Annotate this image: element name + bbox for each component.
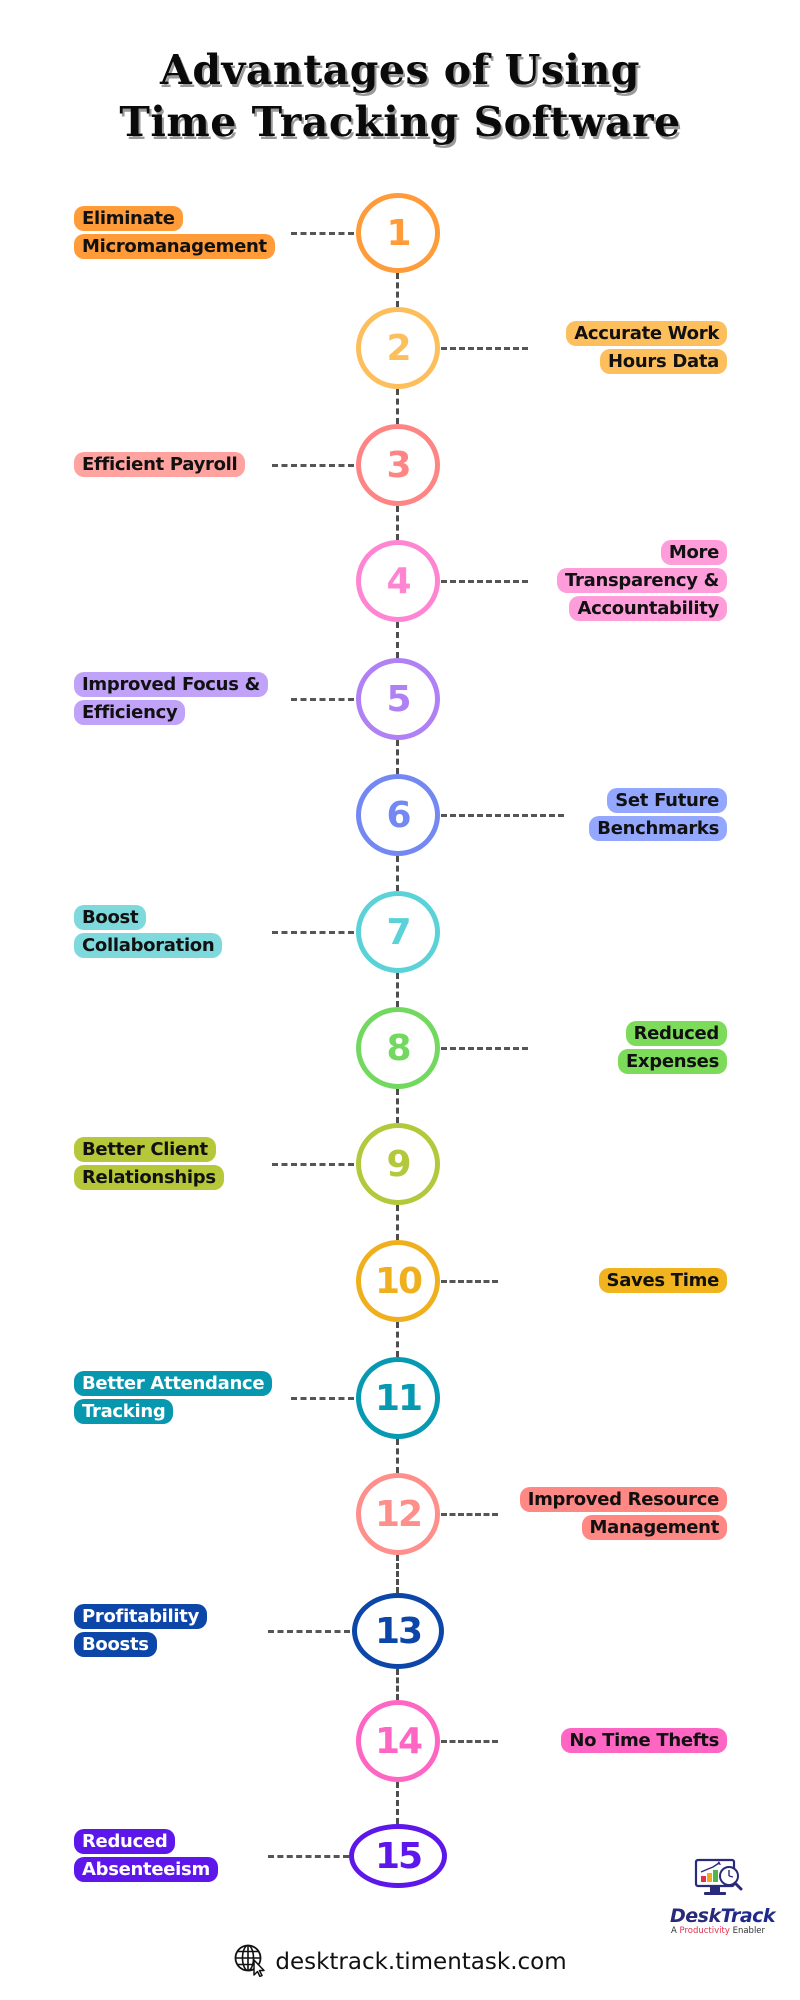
advantage-label-line: Absenteeism [74, 1857, 218, 1882]
advantage-label-line: Accountability [569, 596, 727, 621]
advantage-label: Accurate Work Hours Data [427, 320, 727, 376]
vertical-connector [396, 389, 399, 424]
advantage-label-line: Hours Data [600, 349, 727, 374]
step-number: 4 [386, 560, 411, 602]
advantage-label-line: Management [581, 1515, 727, 1540]
advantage-label: Reduced Absenteeism [74, 1828, 374, 1884]
advantage-label-line: Better Attendance [74, 1371, 273, 1396]
advantage-label: Reduced Expenses [427, 1020, 727, 1076]
advantage-label: Better Client Relationships [74, 1136, 374, 1192]
desktrack-logo: DeskTrack A Productivity Enabler [670, 1858, 776, 1936]
vertical-connector [396, 1089, 399, 1123]
advantage-label: More Transparency & Accountability [427, 539, 727, 623]
logo-tagline: A Productivity Enabler [670, 1926, 766, 1936]
advantage-label-line: Set Future [607, 788, 727, 813]
advantage-label-line: Better Client [74, 1137, 216, 1162]
step-number: 1 [386, 212, 411, 254]
vertical-connector [396, 856, 399, 891]
vertical-connector [396, 1322, 399, 1357]
advantage-label: Saves Time [427, 1267, 727, 1295]
monitor-chart-clock-icon [692, 1858, 744, 1904]
vertical-connector [396, 1439, 399, 1473]
vertical-connector [396, 622, 399, 658]
tagline-enabler: Enabler [729, 1926, 766, 1936]
step-number: 15 [374, 1835, 423, 1877]
advantage-label-line: Tracking [74, 1399, 174, 1424]
advantage-label-line: Eliminate [74, 206, 183, 231]
advantage-label-line: Transparency & [557, 568, 727, 593]
advantage-label: Improved Focus & Efficiency [74, 671, 374, 727]
advantage-label-line: Benchmarks [589, 816, 727, 841]
advantage-label-line: Efficiency [74, 700, 186, 725]
step-number: 7 [386, 911, 411, 953]
vertical-connector [396, 1782, 399, 1824]
advantage-label-line: Improved Resource [519, 1487, 727, 1512]
step-number: 10 [374, 1260, 423, 1302]
step-number: 8 [386, 1027, 411, 1069]
advantage-label-line: Boosts [74, 1632, 157, 1657]
logo-name: DeskTrack [670, 1905, 776, 1927]
step-number: 11 [374, 1377, 423, 1419]
footer: desktrack.timentask.com [0, 1943, 800, 1981]
step-number: 6 [386, 794, 411, 836]
advantage-label: Set Future Benchmarks [427, 787, 727, 843]
advantage-label-line: More [660, 540, 727, 565]
logo-name-desk: Desk [670, 1905, 721, 1927]
advantage-label: No Time Thefts [427, 1727, 727, 1755]
step-number: 2 [386, 327, 411, 369]
timeline: 1 Eliminate Micromanagement 2 Accurate Work H… [0, 0, 800, 2000]
advantage-label: Profitability Boosts [74, 1603, 374, 1659]
website-link[interactable]: desktrack.timentask.com [275, 1949, 566, 1975]
step-number: 9 [386, 1143, 411, 1185]
advantage-label-line: Reduced [625, 1021, 727, 1046]
vertical-connector [396, 1669, 399, 1700]
vertical-connector [396, 1555, 399, 1593]
advantage-label-line: Micromanagement [74, 234, 275, 259]
advantage-label-line: Efficient Payroll [74, 452, 246, 477]
vertical-connector [396, 1205, 399, 1240]
step-number: 14 [374, 1720, 423, 1762]
advantage-label-line: No Time Thefts [561, 1728, 727, 1753]
advantage-label: Boost Collaboration [74, 904, 374, 960]
tagline-productivity: Productivity [679, 1926, 730, 1936]
advantage-label-line: Boost [74, 905, 147, 930]
vertical-connector [396, 740, 399, 774]
advantage-label-line: Reduced [74, 1829, 176, 1854]
step-number: 13 [374, 1610, 423, 1652]
advantage-label-line: Improved Focus & [74, 672, 268, 697]
advantage-label: Eliminate Micromanagement [74, 205, 374, 261]
step-number: 3 [386, 444, 411, 486]
vertical-connector [396, 973, 399, 1007]
globe-cursor-icon [233, 1943, 267, 1981]
step-number: 5 [386, 678, 411, 720]
advantage-label-line: Saves Time [598, 1268, 727, 1293]
vertical-connector [396, 506, 399, 540]
advantage-label: Improved Resource Management [427, 1486, 727, 1542]
step-number: 12 [374, 1493, 423, 1535]
advantage-label: Efficient Payroll [74, 451, 374, 479]
advantage-label: Better Attendance Tracking [74, 1370, 374, 1426]
logo-name-track: Track [720, 1905, 776, 1927]
advantage-label-line: Profitability [74, 1604, 208, 1629]
vertical-connector [396, 273, 399, 307]
advantage-label-line: Relationships [74, 1165, 224, 1190]
advantage-label-line: Collaboration [74, 933, 223, 958]
advantage-label-line: Accurate Work [566, 321, 727, 346]
advantage-label-line: Expenses [617, 1049, 727, 1074]
